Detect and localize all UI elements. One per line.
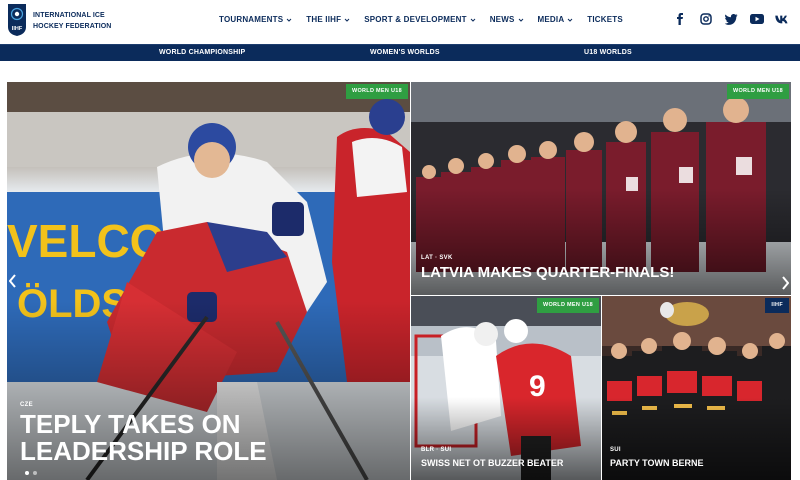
chevron-right-icon[interactable] bbox=[779, 273, 791, 293]
chevron-down-icon bbox=[470, 16, 476, 22]
instagram-icon[interactable] bbox=[697, 11, 715, 27]
nav-label: SPORT & DEVELOPMENT bbox=[364, 14, 467, 24]
slider-dot[interactable] bbox=[25, 471, 29, 475]
news-tile-latvia[interactable]: WORLD MEN U18 LAT · SVK LATVIA MAKES QUA… bbox=[411, 82, 791, 295]
subnav-world-championship[interactable]: WORLD CHAMPIONSHIP bbox=[159, 49, 245, 56]
tile-tag: BLR · SUI bbox=[421, 447, 452, 453]
brand-name[interactable]: INTERNATIONAL ICE HOCKEY FEDERATION bbox=[33, 10, 111, 32]
nav-item-media[interactable]: MEDIA bbox=[538, 13, 574, 25]
nav-item-news[interactable]: NEWS bbox=[490, 13, 524, 25]
site-header: IIHF INTERNATIONAL ICE HOCKEY FEDERATION… bbox=[0, 0, 800, 44]
news-tile-swiss[interactable]: 9 WORLD MEN U18 BLR · SUI SWISS NET OT B… bbox=[411, 296, 601, 480]
tile-headline: TEPLY TAKES ON LEADERSHIP ROLE bbox=[20, 411, 267, 465]
chevron-down-icon bbox=[567, 16, 573, 22]
nav-label: THE IIHF bbox=[306, 14, 342, 24]
chevron-down-icon bbox=[518, 16, 524, 22]
tile-tag: CZE bbox=[20, 402, 33, 408]
nav-label: NEWS bbox=[489, 14, 515, 24]
badge-tournament: WORLD MEN U18 bbox=[536, 298, 599, 313]
nav-label: TOURNAMENTS bbox=[219, 14, 284, 24]
chevron-left-icon[interactable] bbox=[7, 271, 19, 291]
chevron-down-icon bbox=[344, 16, 350, 22]
main-nav: TOURNAMENTS THE IIHF SPORT & DEVELOPMENT… bbox=[219, 13, 623, 25]
sub-nav: WORLD CHAMPIONSHIP WOMEN'S WORLDS U18 WO… bbox=[0, 44, 800, 61]
logo-text: IIHF bbox=[12, 26, 23, 32]
tile-tag: SUI bbox=[610, 447, 621, 453]
nav-item-tournaments[interactable]: TOURNAMENTS bbox=[219, 13, 292, 25]
subnav-womens-worlds[interactable]: WOMEN'S WORLDS bbox=[370, 49, 440, 56]
brand-name-line1: INTERNATIONAL ICE bbox=[33, 12, 105, 19]
nav-label: TICKETS bbox=[587, 14, 623, 24]
brand-name-line2: HOCKEY FEDERATION bbox=[33, 23, 112, 30]
tile-headline: LATVIA MAKES QUARTER-FINALS! bbox=[421, 264, 675, 281]
nav-item-the-iihf[interactable]: THE IIHF bbox=[306, 13, 350, 25]
badge-category: IIHF bbox=[765, 298, 789, 313]
tile-headline: PARTY TOWN BERNE bbox=[610, 458, 704, 468]
subnav-u18-worlds[interactable]: U18 WORLDS bbox=[584, 49, 632, 56]
slider-dot[interactable] bbox=[33, 471, 37, 475]
slider-dots bbox=[25, 471, 37, 475]
vk-icon[interactable] bbox=[773, 11, 791, 27]
tile-tag: LAT · SVK bbox=[421, 255, 453, 261]
twitter-icon[interactable] bbox=[722, 11, 740, 27]
headline-line1: TEPLY TAKES ON bbox=[20, 409, 241, 439]
news-tile-hero[interactable]: VELCO ÖLDS WORLD MEN U18 CZE TEPLY TAKES… bbox=[7, 82, 410, 480]
chevron-down-icon bbox=[286, 16, 292, 22]
youtube-icon[interactable] bbox=[748, 11, 766, 27]
iihf-logo[interactable]: IIHF bbox=[7, 3, 27, 37]
badge-tournament: WORLD MEN U18 bbox=[345, 84, 408, 99]
facebook-icon[interactable] bbox=[671, 11, 689, 27]
berne-photo bbox=[602, 296, 791, 480]
tile-headline: SWISS NET OT BUZZER BEATER bbox=[421, 458, 564, 468]
nav-item-sport-development[interactable]: SPORT & DEVELOPMENT bbox=[364, 13, 476, 25]
nav-item-tickets[interactable]: TICKETS bbox=[587, 13, 623, 25]
nav-label: MEDIA bbox=[537, 14, 565, 24]
badge-tournament: WORLD MEN U18 bbox=[726, 84, 789, 99]
news-tile-berne[interactable]: IIHF SUI PARTY TOWN BERNE bbox=[602, 296, 791, 480]
headline-line2: LEADERSHIP ROLE bbox=[20, 436, 267, 466]
